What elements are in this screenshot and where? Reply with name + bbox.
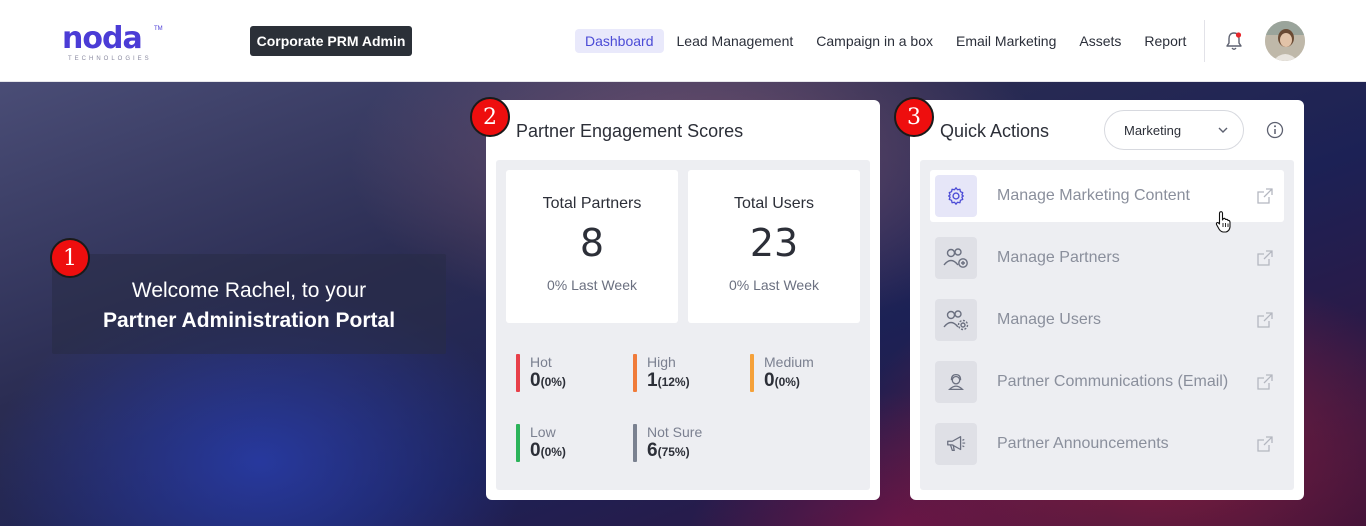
contact-icon (935, 361, 977, 403)
total-users-label: Total Users (733, 195, 815, 212)
level-color-bar (633, 354, 637, 392)
level-name: Low (530, 424, 556, 440)
level-percent: (0%) (540, 445, 566, 459)
action-manage-partners[interactable]: Manage Partners (930, 232, 1284, 284)
level-count: 0 (764, 370, 775, 391)
filter-selected-value: Marketing (1124, 122, 1182, 138)
level-color-bar (516, 354, 520, 392)
level-hot: Hot 0(0%) (516, 354, 616, 392)
action-partner-announcements[interactable]: Partner Announcements (930, 418, 1284, 470)
logo-wordmark: noda (62, 21, 143, 56)
level-percent: (0%) (774, 375, 800, 389)
step-marker-3: 3 (894, 97, 934, 137)
level-percent: (0%) (540, 375, 566, 389)
total-partners-label: Total Partners (542, 195, 642, 212)
external-link-icon[interactable] (1256, 249, 1274, 267)
info-icon[interactable] (1266, 121, 1284, 139)
welcome-greeting: Welcome Rachel, to your (131, 279, 367, 302)
nav-assets[interactable]: Assets (1069, 29, 1131, 53)
action-partner-communications[interactable]: Partner Communications (Email) (930, 356, 1284, 408)
engagement-card: Partner Engagement Scores Total Partners… (486, 100, 880, 500)
gear-icon (935, 175, 977, 217)
nav-email-marketing[interactable]: Email Marketing (946, 29, 1066, 53)
level-medium: Medium 0(0%) (750, 354, 850, 392)
level-count: 1 (647, 370, 658, 391)
main-nav: Dashboard Lead Management Campaign in a … (575, 29, 1199, 53)
level-name: Not Sure (647, 424, 703, 440)
total-users-box: Total Users 23 0% Last Week (688, 170, 860, 323)
level-name: High (647, 354, 676, 370)
users-settings-icon (935, 299, 977, 341)
level-high: High 1(12%) (633, 354, 733, 392)
level-color-bar (750, 354, 754, 392)
engagement-title: Partner Engagement Scores (516, 121, 744, 141)
action-label: Manage Partners (997, 249, 1120, 266)
bell-icon[interactable] (1223, 30, 1245, 52)
level-color-bar (633, 424, 637, 462)
total-partners-change: 0% Last Week (546, 277, 637, 293)
external-link-icon[interactable] (1256, 435, 1274, 453)
nav-divider (1204, 20, 1205, 62)
level-color-bar (516, 424, 520, 462)
external-link-icon[interactable] (1256, 373, 1274, 391)
step-marker-1: 1 (50, 238, 90, 278)
level-low: Low 0(0%) (516, 424, 616, 462)
role-badge[interactable]: Corporate PRM Admin (250, 26, 412, 56)
engagement-panel: Total Partners 8 0% Last Week Total User… (496, 160, 870, 490)
nav-report[interactable]: Report (1134, 29, 1196, 53)
level-not-sure: Not Sure 6(75%) (633, 424, 733, 462)
hand-pointer-cursor-icon (1215, 211, 1231, 233)
external-link-icon[interactable] (1256, 187, 1274, 205)
top-navigation-bar: noda TECHNOLOGIES TM Corporate PRM Admin… (0, 0, 1366, 82)
nav-campaign-in-a-box[interactable]: Campaign in a box (806, 29, 943, 53)
user-avatar[interactable] (1265, 21, 1305, 61)
welcome-portal-name: Partner Administration Portal (102, 309, 396, 332)
users-add-icon (935, 237, 977, 279)
noda-logo[interactable]: noda TECHNOLOGIES TM (62, 21, 163, 64)
nav-lead-management[interactable]: Lead Management (667, 29, 804, 53)
level-name: Medium (764, 354, 814, 370)
action-label: Manage Marketing Content (997, 187, 1190, 204)
action-label: Partner Communications (Email) (997, 373, 1229, 390)
level-count: 0 (530, 370, 541, 391)
total-users-change: 0% Last Week (728, 277, 819, 293)
logo-trademark: TM (154, 26, 163, 32)
quick-actions-filter-select[interactable]: Marketing (1104, 110, 1244, 150)
total-partners-value: 8 (579, 221, 605, 265)
quick-actions-list: Manage Marketing Content Manage Partners… (920, 160, 1294, 490)
level-name: Hot (530, 354, 552, 370)
chevron-down-icon (1218, 127, 1228, 133)
level-percent: (12%) (657, 375, 690, 389)
megaphone-icon (935, 423, 977, 465)
welcome-banner: Welcome Rachel, to your Partner Administ… (52, 254, 446, 354)
logo-subtitle: TECHNOLOGIES (68, 56, 152, 62)
level-percent: (75%) (657, 445, 690, 459)
external-link-icon[interactable] (1256, 311, 1274, 329)
quick-actions-card: Quick Actions Marketing Manage Marketing… (910, 100, 1304, 500)
level-count: 6 (647, 440, 658, 461)
total-partners-box: Total Partners 8 0% Last Week (506, 170, 678, 323)
step-marker-2: 2 (470, 97, 510, 137)
nav-dashboard[interactable]: Dashboard (575, 29, 664, 53)
action-label: Partner Announcements (997, 435, 1169, 452)
total-users-value: 23 (749, 221, 799, 265)
quick-actions-title: Quick Actions (940, 121, 1050, 141)
action-manage-users[interactable]: Manage Users (930, 294, 1284, 346)
action-label: Manage Users (997, 311, 1102, 328)
level-count: 0 (530, 440, 541, 461)
